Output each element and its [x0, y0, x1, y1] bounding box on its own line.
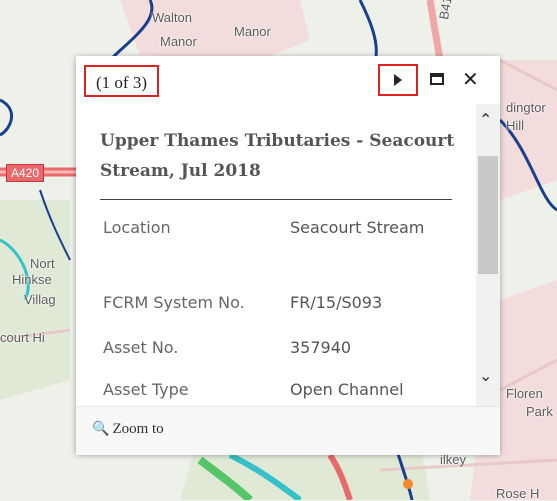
attr-value-location: Seacourt Stream: [290, 218, 425, 237]
map-label-hill: Hill: [506, 118, 525, 133]
map-label-villag: Villag: [24, 292, 56, 307]
map-label-manor-1: Manor: [160, 34, 197, 49]
map-label-manor-2: Manor: [234, 24, 271, 39]
scroll-thumb[interactable]: [478, 156, 498, 274]
map-label-floren: Floren: [506, 386, 543, 401]
zoom-icon: 🔍: [92, 421, 110, 437]
scroll-down-icon[interactable]: ⌄: [479, 366, 492, 385]
attr-label-asset-no: Asset No.: [103, 338, 179, 357]
attr-label-location: Location: [103, 218, 171, 237]
map-label-dingtor: dingtor: [506, 100, 546, 115]
close-icon[interactable]: ✕: [462, 67, 479, 91]
popup-header: (1 of 3) ✕: [76, 56, 500, 104]
map-label-rose-h: Rose H: [496, 486, 540, 501]
map-label-nort: Nort: [30, 256, 55, 271]
popup-footer: 🔍 Zoom to: [76, 406, 500, 455]
road-badge-a420: A420: [6, 164, 45, 182]
feature-counter: (1 of 3): [84, 65, 159, 97]
popup-title: Upper Thames Tributaries - Seacourt Stre…: [100, 131, 455, 181]
title-divider: [100, 199, 452, 200]
map-label-walton: Walton: [152, 10, 192, 25]
zoom-to-button[interactable]: 🔍 Zoom to: [92, 421, 164, 438]
next-feature-button[interactable]: [378, 64, 418, 96]
map-label-hinkse: Hinkse: [12, 272, 52, 287]
play-triangle-icon: [394, 74, 402, 86]
attr-label-asset-type: Asset Type: [103, 380, 189, 399]
popup-scrollbar[interactable]: ⌃ ⌄: [476, 104, 500, 406]
attr-value-asset-type: Open Channel: [290, 380, 404, 399]
attr-value-fcrm: FR/15/S093: [290, 293, 383, 312]
zoom-to-label: Zoom to: [112, 421, 164, 437]
map-label-court-hi: court Hi: [0, 330, 45, 345]
attr-label-fcrm: FCRM System No.: [103, 293, 245, 312]
map-label-park: Park: [526, 404, 553, 419]
scroll-up-icon[interactable]: ⌃: [479, 110, 492, 129]
feature-popup: (1 of 3) ✕ Upper Thames Tributaries - Se…: [76, 56, 500, 455]
popup-content[interactable]: Upper Thames Tributaries - Seacourt Stre…: [76, 104, 500, 406]
attr-value-asset-no: 357940: [290, 338, 352, 357]
maximize-icon[interactable]: [430, 73, 444, 85]
